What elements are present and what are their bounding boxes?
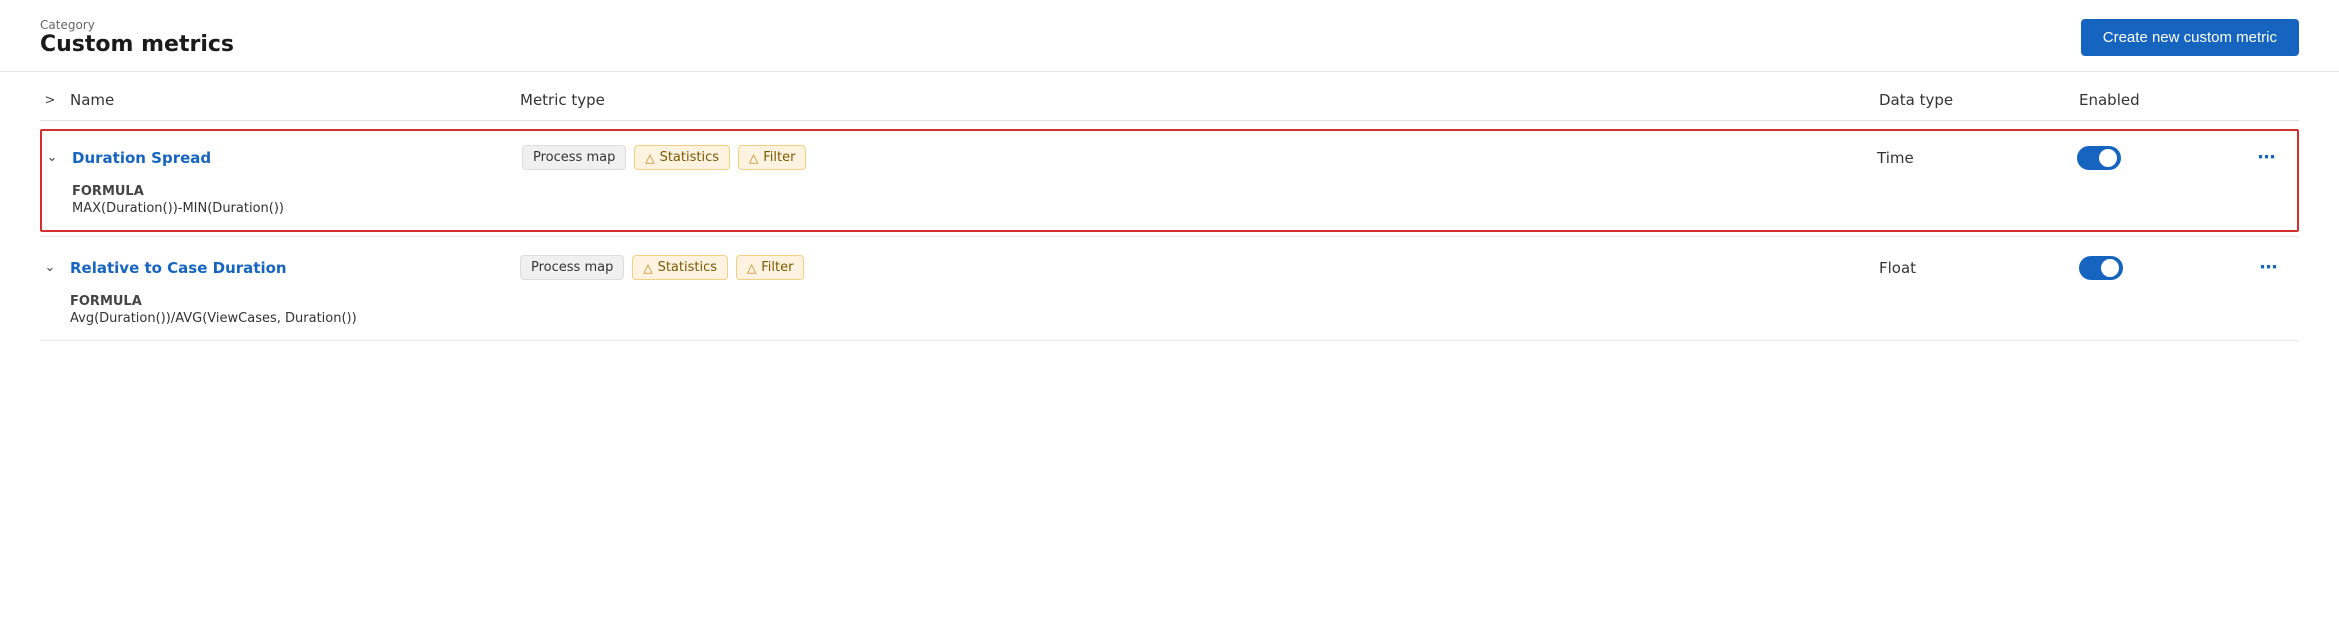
toggle-slider-relative: [2079, 256, 2123, 280]
toggle-label-relative[interactable]: [2079, 256, 2123, 280]
chips-relative: Process map △ Statistics △ Filter: [520, 255, 1879, 280]
chip-label-filter-2: Filter: [761, 260, 793, 275]
col-enabled-header: Enabled: [2079, 91, 2239, 109]
metric-row-duration-spread: ⌄ Duration Spread Process map △ Statisti…: [40, 125, 2299, 237]
data-type-relative: Float: [1879, 259, 2079, 277]
chip-filter-2: △ Filter: [736, 255, 804, 280]
col-name-label: Name: [70, 91, 114, 109]
chip-label-statistics-1: Statistics: [660, 150, 719, 165]
chevron-down-icon-duration-spread[interactable]: ⌄: [42, 148, 62, 168]
create-custom-metric-button[interactable]: Create new custom metric: [2081, 19, 2299, 56]
warning-icon-1: △: [645, 151, 654, 165]
chip-filter-1: △ Filter: [738, 145, 806, 170]
category-label: Category: [40, 18, 234, 32]
formula-label-duration-spread: FORMULA: [72, 184, 2297, 199]
toggle-duration-spread[interactable]: [2077, 146, 2237, 170]
warning-icon-filter-1: △: [749, 151, 758, 165]
chip-statistics-1: △ Statistics: [634, 145, 730, 170]
chip-label-process-map-1: Process map: [533, 150, 615, 165]
row-main-duration-spread: ⌄ Duration Spread Process map △ Statisti…: [42, 131, 2297, 184]
table-header: > Name Metric type Data type Enabled: [40, 72, 2299, 121]
toggle-relative[interactable]: [2079, 256, 2239, 280]
chevron-down-icon-relative[interactable]: ⌄: [40, 258, 60, 278]
chip-process-map-2: Process map: [520, 255, 624, 280]
header-left: Category Custom metrics: [40, 18, 234, 57]
more-options-relative[interactable]: ⋯: [2239, 257, 2299, 278]
formula-value-duration-spread: MAX(Duration())-MIN(Duration()): [72, 201, 2297, 216]
chip-label-process-map-2: Process map: [531, 260, 613, 275]
row-name-duration-spread: ⌄ Duration Spread: [42, 148, 522, 168]
chips-duration-spread: Process map △ Statistics △ Filter: [522, 145, 1877, 170]
warning-icon-filter-2: △: [747, 261, 756, 275]
row-name-relative: ⌄ Relative to Case Duration: [40, 258, 520, 278]
col-metric-type-header: Metric type: [520, 91, 1879, 109]
formula-label-relative: FORMULA: [70, 294, 2299, 309]
formula-value-relative: Avg(Duration())/AVG(ViewCases, Duration(…: [70, 311, 2299, 326]
metrics-table: > Name Metric type Data type Enabled ⌄ D…: [0, 72, 2339, 341]
metric-name-relative[interactable]: Relative to Case Duration: [70, 259, 287, 277]
chip-statistics-2: △ Statistics: [632, 255, 728, 280]
formula-relative: FORMULA Avg(Duration())/AVG(ViewCases, D…: [40, 294, 2299, 340]
page-title: Custom metrics: [40, 32, 234, 57]
row-main-relative: ⌄ Relative to Case Duration Process map …: [40, 241, 2299, 294]
chip-label-filter-1: Filter: [763, 150, 795, 165]
toggle-slider-duration-spread: [2077, 146, 2121, 170]
chip-label-statistics-2: Statistics: [658, 260, 717, 275]
expand-all-icon[interactable]: >: [40, 90, 60, 110]
data-type-duration-spread: Time: [1877, 149, 2077, 167]
page-header: Category Custom metrics Create new custo…: [0, 0, 2339, 72]
col-name-header: > Name: [40, 90, 520, 110]
metric-row-relative-to-case-duration: ⌄ Relative to Case Duration Process map …: [40, 241, 2299, 341]
more-options-duration-spread[interactable]: ⋯: [2237, 147, 2297, 168]
formula-duration-spread: FORMULA MAX(Duration())-MIN(Duration()): [42, 184, 2297, 230]
col-data-type-header: Data type: [1879, 91, 2079, 109]
chip-process-map-1: Process map: [522, 145, 626, 170]
metric-name-duration-spread[interactable]: Duration Spread: [72, 149, 211, 167]
toggle-label-duration-spread[interactable]: [2077, 146, 2121, 170]
warning-icon-2: △: [643, 261, 652, 275]
